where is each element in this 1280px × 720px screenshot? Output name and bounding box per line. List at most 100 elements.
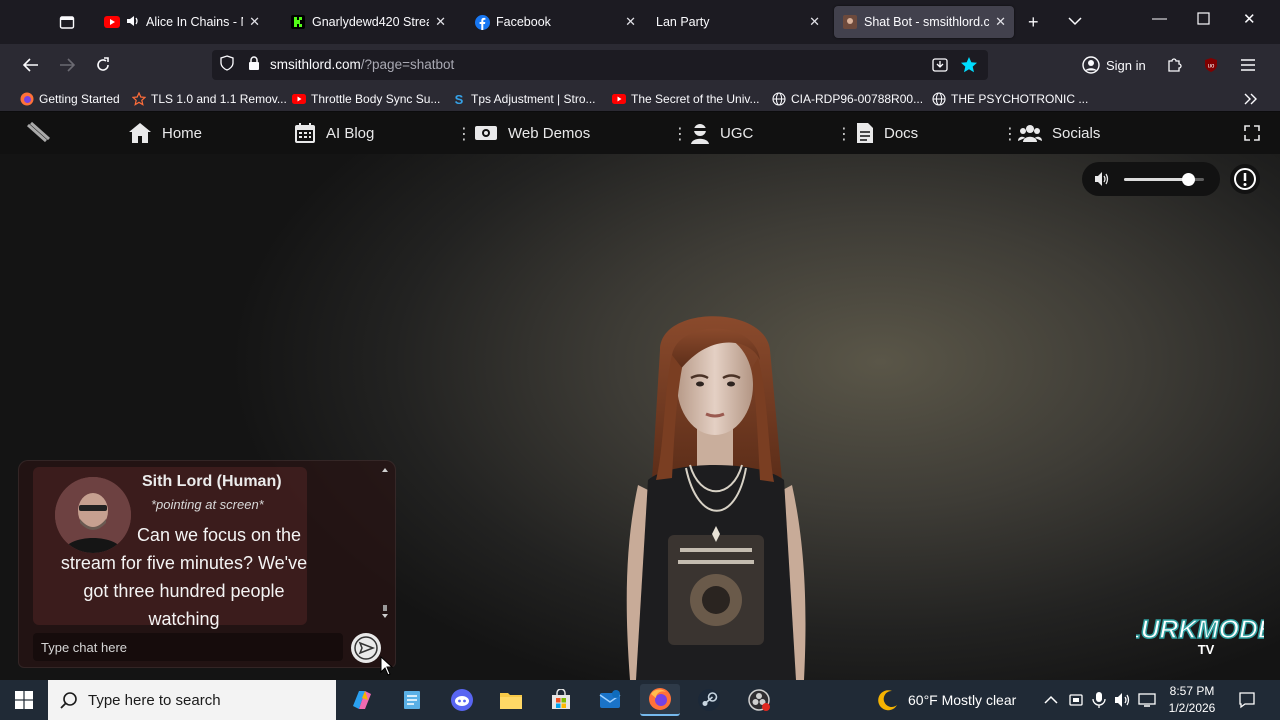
s-icon: S — [452, 92, 466, 106]
forward-button[interactable] — [53, 52, 81, 78]
more-bookmarks-button[interactable] — [1244, 90, 1258, 108]
ublock-button[interactable]: uo — [1197, 52, 1225, 78]
nav-home[interactable]: Home — [128, 121, 202, 145]
show-hidden-icons-button[interactable] — [1044, 680, 1058, 720]
fullscreen-button[interactable] — [1244, 125, 1260, 146]
mail-app[interactable] — [590, 684, 630, 716]
close-window-button[interactable]: ✕ — [1243, 10, 1256, 28]
tab-title: Gnarlydewd420 Stream — [312, 15, 429, 29]
nav-ugc[interactable]: UGC — [690, 121, 753, 145]
microphone-tray-button[interactable] — [1092, 680, 1106, 720]
nav-ai-blog-label: AI Blog — [326, 124, 375, 142]
firefox-app[interactable] — [640, 684, 680, 716]
kebab-menu-icon[interactable]: ⋮ — [672, 124, 688, 144]
speaker-icon[interactable] — [126, 15, 140, 30]
back-button[interactable] — [17, 52, 45, 78]
site-logo-icon[interactable] — [26, 121, 52, 150]
youtube-icon — [104, 14, 120, 30]
maximize-button[interactable] — [1197, 12, 1210, 29]
volume-icon[interactable] — [1094, 171, 1110, 192]
close-tab-icon[interactable]: ✕ — [625, 14, 636, 30]
volume-slider-fill — [1124, 178, 1188, 181]
bookmark-star-icon[interactable] — [960, 56, 978, 79]
taskbar-clock[interactable]: 8:57 PM 1/2/2026 — [1158, 683, 1226, 717]
tray-app-icon[interactable] — [1068, 680, 1084, 720]
bookmark-label: The Secret of the Univ... — [631, 92, 760, 106]
app-menu-button[interactable] — [1234, 52, 1262, 78]
hamburger-menu-icon — [1241, 59, 1255, 71]
bookmark-tps-adjustment[interactable]: S Tps Adjustment | Stro... — [452, 90, 596, 108]
notepad-app[interactable] — [392, 684, 432, 716]
chat-input[interactable] — [33, 633, 343, 661]
close-tab-icon[interactable]: ✕ — [995, 14, 1006, 30]
file-explorer-app[interactable] — [491, 684, 531, 716]
bookmark-label: TLS 1.0 and 1.1 Remov... — [151, 92, 287, 106]
nav-ai-blog[interactable]: AI Blog — [294, 121, 374, 145]
kick-icon — [290, 14, 306, 30]
extensions-button[interactable] — [1160, 52, 1188, 78]
kebab-menu-icon[interactable]: ⋮ — [1002, 124, 1018, 144]
info-button[interactable] — [1230, 164, 1260, 194]
chat-scrollbar[interactable] — [381, 467, 389, 619]
copilot-app[interactable] — [342, 684, 382, 716]
tab-lan-party[interactable]: Lan Party ✕ — [648, 6, 828, 38]
bookmark-secret-universe[interactable]: The Secret of the Univ... — [612, 90, 760, 108]
volume-slider-thumb[interactable] — [1182, 173, 1195, 186]
tracking-shield-icon[interactable] — [220, 54, 234, 76]
exclamation-circle-icon — [1234, 168, 1256, 190]
notifications-button[interactable] — [1238, 680, 1256, 720]
weather-widget[interactable]: 60°F Mostly clear — [876, 680, 1016, 720]
notification-icon — [1239, 692, 1255, 709]
obs-app[interactable] — [739, 684, 779, 716]
network-tray-button[interactable] — [1138, 680, 1156, 720]
url-path: /?page=shatbot — [360, 57, 455, 72]
lock-icon[interactable] — [248, 55, 260, 75]
chevron-down-icon — [1068, 17, 1082, 26]
send-button[interactable] — [351, 633, 381, 663]
url-bar[interactable]: smsithlord.com/?page=shatbot — [212, 50, 988, 80]
microsoft-store-app[interactable] — [541, 684, 581, 716]
arrow-left-icon — [23, 58, 38, 72]
discord-app[interactable] — [442, 684, 482, 716]
bookmark-psychotronic[interactable]: THE PSYCHOTRONIC ... — [932, 90, 1088, 108]
close-tab-icon[interactable]: ✕ — [809, 14, 820, 30]
bookmark-tls[interactable]: TLS 1.0 and 1.1 Remov... — [132, 90, 287, 108]
close-tab-icon[interactable]: ✕ — [249, 14, 260, 30]
nav-web-demos[interactable]: Web Demos — [474, 121, 590, 145]
save-to-pocket-icon[interactable] — [932, 57, 948, 78]
url-text[interactable]: smsithlord.com/?page=shatbot — [270, 56, 454, 74]
new-tab-button[interactable]: + — [1028, 12, 1039, 33]
minimize-button[interactable]: — — [1152, 10, 1167, 27]
tab-shat-bot[interactable]: Shat Bot - smsithlord.co ✕ — [834, 6, 1014, 38]
puzzle-icon — [1168, 58, 1182, 72]
chat-message-text: Can we focus on the stream for five minu… — [60, 525, 308, 629]
svg-text:S: S — [455, 92, 464, 106]
tab-facebook[interactable]: Facebook ✕ — [466, 6, 644, 38]
sign-in-button[interactable]: Sign in — [1082, 52, 1146, 78]
bookmark-cia-rdp[interactable]: CIA-RDP96-00788R00... — [772, 90, 923, 108]
bookmark-throttle-body[interactable]: Throttle Body Sync Su... — [292, 90, 440, 108]
taskbar-search-box[interactable]: Type here to search — [48, 680, 336, 720]
kebab-menu-icon[interactable]: ⋮ — [836, 124, 852, 144]
firefox-view-button[interactable] — [52, 8, 82, 36]
nav-docs[interactable]: Docs — [856, 121, 918, 145]
steam-icon — [698, 689, 720, 711]
close-tab-icon[interactable]: ✕ — [435, 14, 446, 30]
volume-tray-button[interactable] — [1114, 680, 1132, 720]
tab-alice-in-chains[interactable]: Alice In Chains - Nu ✕ — [96, 6, 268, 38]
list-all-tabs-button[interactable] — [1068, 13, 1082, 30]
kebab-menu-icon[interactable]: ⋮ — [456, 124, 472, 144]
volume-control — [1082, 162, 1220, 196]
steam-app[interactable] — [689, 684, 729, 716]
volume-slider[interactable] — [1124, 173, 1204, 186]
mail-icon — [599, 690, 621, 708]
tab-gnarlydewd[interactable]: Gnarlydewd420 Stream ✕ — [282, 6, 454, 38]
search-placeholder: Type here to search — [88, 691, 221, 709]
globe-icon — [772, 92, 786, 106]
nav-socials[interactable]: Socials — [1018, 121, 1100, 145]
reload-button[interactable] — [89, 52, 117, 78]
bookmark-getting-started[interactable]: Getting Started — [20, 90, 120, 108]
facebook-icon — [474, 14, 490, 30]
url-host: smsithlord.com — [270, 57, 361, 72]
start-button[interactable] — [0, 680, 48, 720]
